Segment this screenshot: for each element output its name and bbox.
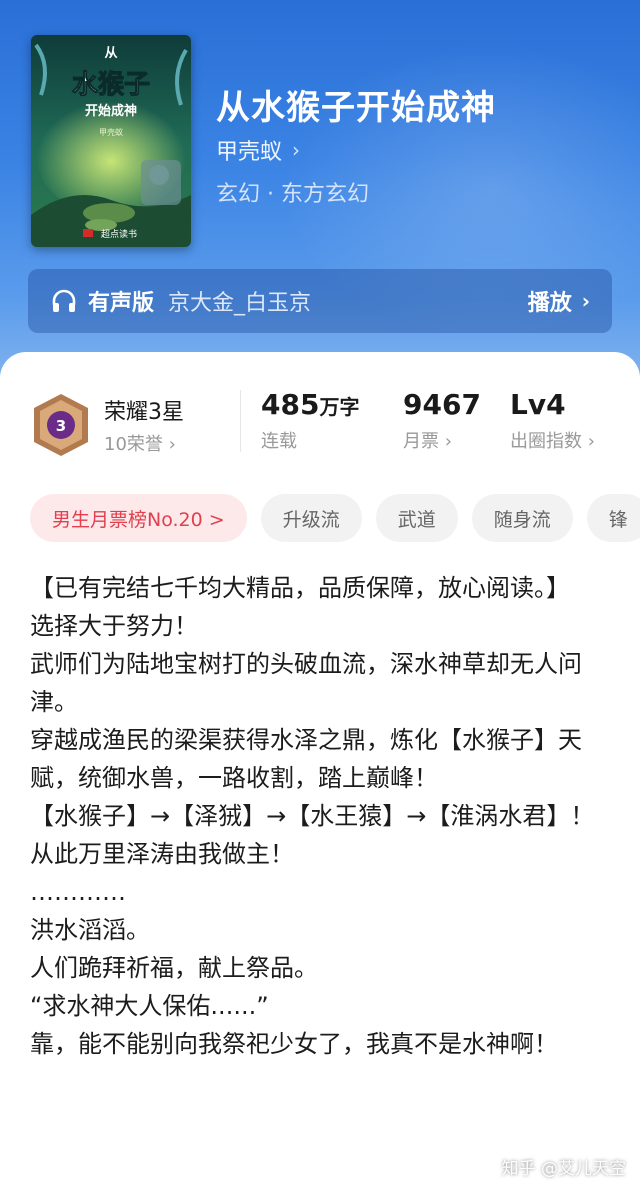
desc-line: 选择大于努力！ [30,612,198,640]
tag-rank[interactable]: 男生月票榜No.20 > [30,494,247,542]
honor-sub[interactable]: 10荣誉 › [104,430,176,456]
desc-line: 【水猴子】→【泽狨】→【水王猿】→【淮涡水君】！ [30,802,595,830]
book-header: 从 水猴子 开始成神 甲壳蚁 超点读书 从水猴子开始成神 甲壳蚁 › 玄幻 · … [0,0,640,400]
level-label: 出圈指数 [510,431,582,452]
cover-top-text: 从 [104,46,117,61]
tag-list: 男生月票榜No.20 > 升级流 武道 随身流 锋 [30,494,640,542]
tag-item[interactable]: 升级流 [260,494,362,542]
book-description: 【已有完结七千均大精品，品质保障，放心阅读。】 选择大于努力！ 武师们为陆地宝树… [30,569,605,1063]
words-value: 485 [261,388,320,421]
honor-level-number: 3 [56,417,66,435]
level-value: Lv4 [510,388,566,421]
audio-label: 有声版 [88,291,155,316]
book-genre: 玄幻 · 东方玄幻 [216,182,369,207]
watermark: 知乎 @艾儿天空 [501,1159,626,1179]
chevron-right-icon: › [444,431,452,452]
cover-publisher: 超点读书 [101,228,137,240]
desc-line: 【已有完结七千均大精品，品质保障，放心阅读。】 [30,574,570,602]
cover-sub-text: 开始成神 [85,103,137,119]
words-unit: 万字 [319,395,360,419]
desc-line: “求水神大人保佑......” [30,992,269,1020]
desc-line: 靠，能不能别向我祭祀少女了，我真不是水神啊！ [30,1030,558,1058]
stats-row: 3 荣耀3星 10荣誉 › 485万字 连载 9467 月票 › Lv4 出圈指… [0,382,640,472]
audio-narrator: 京大金_白玉京 [168,291,312,316]
chevron-right-icon: › [581,289,590,313]
book-info-card: 3 荣耀3星 10荣誉 › 485万字 连载 9467 月票 › Lv4 出圈指… [0,352,640,1191]
desc-line: 人们跪拜祈福，献上祭品。 [30,954,318,982]
stat-words: 485万字 连载 [261,388,359,453]
chevron-right-icon: › [587,431,595,452]
stat-popularity[interactable]: Lv4 出圈指数 › [510,388,595,453]
tag-item[interactable]: 随身流 [471,494,573,542]
desc-line: 武师们为陆地宝树打的头破血流，深水神草却无人问津。 [30,650,582,716]
honor-points: 10荣誉 [104,434,163,455]
play-label: 播放 [527,291,572,316]
desc-line: 洪水滔滔。 [30,916,150,944]
tickets-label: 月票 [403,431,439,452]
chevron-right-icon: › [168,434,176,455]
chevron-right-icon: › [292,138,301,162]
cover-main-text: 水猴子 [72,70,150,100]
honor-badge-icon[interactable]: 3 [30,392,92,458]
play-button[interactable]: 播放 › [528,285,590,317]
headphones-icon [52,289,76,312]
tickets-value: 9467 [403,388,481,421]
author-name: 甲壳蚁 [216,140,283,165]
cover-author-text: 甲壳蚁 [99,127,123,137]
desc-line: ………… [30,878,126,906]
honor-title[interactable]: 荣耀3星 [104,394,184,426]
tag-item[interactable]: 武道 [375,494,458,542]
book-title: 从水猴子开始成神 [216,88,496,128]
book-cover[interactable]: 从 水猴子 开始成神 甲壳蚁 超点读书 [31,35,191,247]
words-label: 连载 [261,431,297,452]
divider [240,390,241,452]
author-link[interactable]: 甲壳蚁 › [216,134,300,166]
tag-item[interactable]: 锋 [586,494,640,542]
desc-line: 穿越成渔民的梁渠获得水泽之鼎，炼化【水猴子】天赋，统御水兽，一路收割，踏上巅峰！ [30,726,582,792]
desc-line: 从此万里泽涛由我做主！ [30,840,294,868]
audio-version-bar[interactable]: 有声版 京大金_白玉京 播放 › [28,269,612,333]
book-cover-art: 从 水猴子 开始成神 甲壳蚁 超点读书 [31,35,191,247]
stat-monthly-tickets[interactable]: 9467 月票 › [403,388,481,453]
